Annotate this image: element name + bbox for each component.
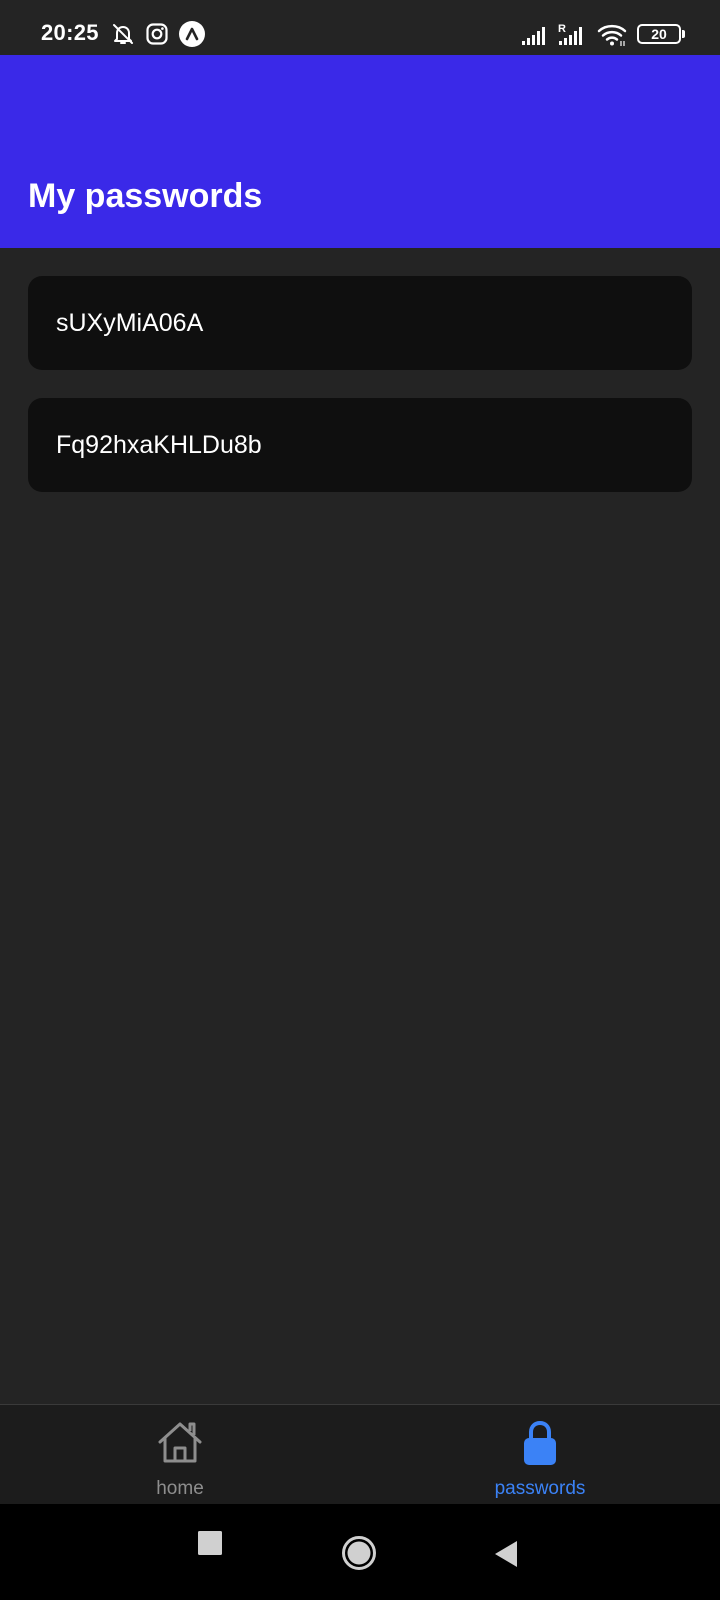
status-time: 20:25 bbox=[41, 20, 99, 45]
expo-icon bbox=[179, 21, 205, 47]
tab-home-label: home bbox=[156, 1478, 204, 1499]
system-navigation-bar bbox=[0, 1504, 720, 1600]
password-card[interactable]: Fq92hxaKHLDu8b bbox=[28, 398, 692, 492]
home-icon bbox=[158, 1422, 202, 1463]
password-list: sUXyMiA06A Fq92hxaKHLDu8b bbox=[28, 276, 692, 520]
notifications-off-icon bbox=[113, 24, 133, 44]
bottom-tab-bar: home passwords bbox=[0, 1404, 720, 1504]
back-button[interactable] bbox=[494, 1540, 518, 1568]
password-card[interactable]: sUXyMiA06A bbox=[28, 276, 692, 370]
wifi-icon bbox=[597, 24, 627, 46]
battery-level: 20 bbox=[651, 26, 667, 42]
instagram-icon bbox=[146, 23, 168, 45]
signal-icon bbox=[522, 27, 545, 45]
tab-home[interactable]: home bbox=[0, 1405, 360, 1505]
lock-icon bbox=[524, 1420, 556, 1465]
page-title: My passwords bbox=[28, 177, 263, 215]
tab-passwords-label: passwords bbox=[494, 1478, 586, 1499]
tab-passwords[interactable]: passwords bbox=[360, 1405, 720, 1505]
recent-apps-button[interactable] bbox=[198, 1531, 222, 1555]
password-value: Fq92hxaKHLDu8b bbox=[56, 431, 262, 459]
status-bar: 20:25 R 20 bbox=[0, 0, 720, 55]
app-header: My passwords bbox=[0, 55, 720, 248]
password-value: sUXyMiA06A bbox=[56, 309, 204, 337]
roaming-label: R bbox=[558, 23, 566, 35]
roaming-signal-icon: R bbox=[558, 23, 582, 45]
battery-indicator: 20 bbox=[637, 24, 681, 44]
home-button[interactable] bbox=[341, 1535, 377, 1571]
battery-tip bbox=[682, 30, 685, 38]
